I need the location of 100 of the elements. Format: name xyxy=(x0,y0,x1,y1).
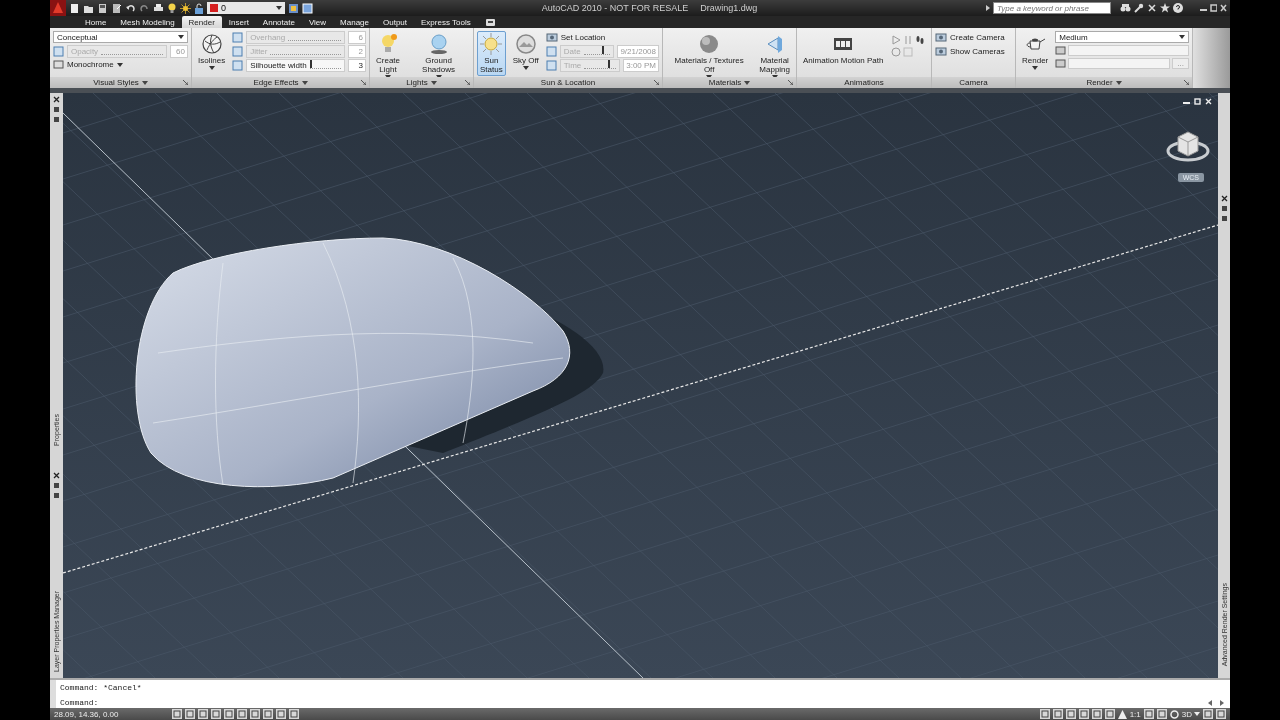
ribbon-tab[interactable]: Home xyxy=(78,16,114,28)
wrench-icon[interactable] xyxy=(1134,3,1144,13)
status-toggle-button[interactable] xyxy=(249,709,260,719)
caret-icon[interactable] xyxy=(178,35,184,39)
layer-icon[interactable] xyxy=(288,2,299,14)
ribbon-button[interactable]: Ground Shadows xyxy=(407,31,470,77)
star-icon[interactable] xyxy=(1160,3,1170,13)
caret-icon[interactable] xyxy=(116,62,123,67)
ribbon-tab[interactable]: Express Tools xyxy=(414,16,478,28)
status-toggle-button[interactable] xyxy=(1143,709,1154,719)
split-button[interactable]: Monochrome xyxy=(53,59,188,70)
save-as-icon[interactable] xyxy=(111,2,122,14)
caret-icon[interactable] xyxy=(141,80,148,85)
ribbon-button[interactable]: Material Mapping xyxy=(756,31,793,77)
launcher-icon[interactable] xyxy=(183,80,188,85)
footprints-icon[interactable] xyxy=(914,35,925,45)
pin-icon[interactable] xyxy=(53,491,60,499)
ribbon-button[interactable]: Sun Status xyxy=(477,31,506,76)
close-icon[interactable] xyxy=(1220,195,1228,202)
dropdown[interactable]: Conceptual xyxy=(53,31,188,43)
launcher-icon[interactable] xyxy=(465,80,470,85)
search-field[interactable]: Type a keyword or phrase xyxy=(993,2,1111,14)
gear-icon[interactable] xyxy=(1169,709,1179,719)
ribbon-toggle-icon[interactable] xyxy=(485,18,495,26)
launcher-icon[interactable] xyxy=(361,80,366,85)
new-file-icon[interactable] xyxy=(69,2,80,14)
printer-icon[interactable] xyxy=(153,2,164,14)
caret-icon[interactable] xyxy=(430,80,437,85)
value-field[interactable]: 3 xyxy=(348,58,366,72)
link-button[interactable]: Show Cameras xyxy=(935,45,1012,57)
status-toggle-button[interactable] xyxy=(236,709,247,719)
status-toggle-button[interactable] xyxy=(262,709,273,719)
workspace-button[interactable]: 3D xyxy=(1181,709,1200,719)
caret-icon[interactable] xyxy=(522,66,529,70)
launcher-icon[interactable] xyxy=(654,80,659,85)
status-toggle-button[interactable] xyxy=(197,709,208,719)
status-toggle-button[interactable] xyxy=(184,709,195,719)
status-toggle-button[interactable] xyxy=(1156,709,1167,719)
ribbon-tab[interactable]: Mesh Modeling xyxy=(113,16,182,28)
close-icon[interactable] xyxy=(53,471,60,479)
caret-icon[interactable] xyxy=(1179,35,1185,39)
ribbon-button[interactable]: Render xyxy=(1019,31,1052,72)
status-toggle-button[interactable] xyxy=(1104,709,1115,719)
expand-arrow-icon[interactable] xyxy=(986,5,990,11)
status-toggle-button[interactable] xyxy=(1078,709,1089,719)
ribbon-tab[interactable]: Output xyxy=(376,16,415,28)
caret-icon[interactable] xyxy=(1115,80,1122,85)
ribbon-tab[interactable]: Manage xyxy=(333,16,376,28)
ribbon-tab[interactable]: Render xyxy=(181,16,222,28)
slider-thumb[interactable] xyxy=(310,60,313,68)
caret-icon[interactable] xyxy=(301,80,308,85)
dropdown[interactable]: Medium xyxy=(1055,31,1189,43)
pin-icon[interactable] xyxy=(53,106,60,113)
caret-icon[interactable] xyxy=(276,6,282,10)
render-preset-icon xyxy=(1055,58,1067,69)
scroll-right-icon[interactable] xyxy=(1220,700,1224,706)
layer-icon[interactable] xyxy=(302,2,313,14)
pin-icon[interactable] xyxy=(1220,215,1228,222)
launcher-icon[interactable] xyxy=(788,80,793,85)
restore-icon[interactable] xyxy=(1210,4,1217,12)
annotation-scale-button[interactable]: 1:1 xyxy=(1129,709,1141,719)
launcher-icon[interactable] xyxy=(1184,80,1189,85)
status-toggle-button[interactable] xyxy=(275,709,286,719)
status-toggle-button[interactable] xyxy=(223,709,234,719)
caret-icon[interactable] xyxy=(208,66,215,70)
redo-icon[interactable] xyxy=(139,2,150,14)
ribbon-tab[interactable]: View xyxy=(301,16,334,28)
ribbon-button[interactable]: Animation Motion Path xyxy=(800,31,887,67)
caret-icon[interactable] xyxy=(1032,66,1039,70)
layer-dropdown[interactable]: 0 xyxy=(207,2,285,14)
scroll-left-icon[interactable] xyxy=(1208,700,1212,706)
caret-icon[interactable] xyxy=(744,80,751,85)
link-button[interactable]: Set Location xyxy=(545,31,659,43)
pin-icon[interactable] xyxy=(53,116,60,123)
input-field[interactable] xyxy=(1068,58,1171,69)
binoculars-icon[interactable] xyxy=(1120,3,1131,13)
status-toggle-button[interactable] xyxy=(1052,709,1063,719)
ribbon-tab[interactable]: Annotate xyxy=(255,16,302,28)
status-toggle-button[interactable] xyxy=(171,709,182,719)
panel-title: Edge Effects xyxy=(253,78,299,87)
caret-icon[interactable] xyxy=(1194,712,1200,716)
status-toggle-button[interactable] xyxy=(1039,709,1050,719)
pin-icon[interactable] xyxy=(53,481,60,489)
ribbon-button[interactable]: Isolines xyxy=(195,31,229,72)
link-button[interactable]: Create Camera xyxy=(935,31,1012,43)
close-icon[interactable] xyxy=(53,96,60,103)
save-icon[interactable] xyxy=(97,2,108,14)
slider[interactable]: Silhouette width xyxy=(246,58,345,72)
command-prompt[interactable]: Command: xyxy=(60,698,1198,707)
ribbon-button[interactable]: Sky Off xyxy=(509,31,542,72)
ribbon-button[interactable]: Create Light xyxy=(373,31,403,77)
status-toggle-button[interactable] xyxy=(1065,709,1076,719)
input-field[interactable] xyxy=(1068,45,1189,56)
ribbon-tab[interactable]: Insert xyxy=(221,16,256,28)
status-toggle-button[interactable] xyxy=(288,709,299,719)
status-toggle-button[interactable] xyxy=(210,709,221,719)
status-toggle-button[interactable] xyxy=(1091,709,1102,719)
undo-icon[interactable] xyxy=(125,2,136,14)
help-icon[interactable] xyxy=(1173,3,1183,13)
pin-icon[interactable] xyxy=(1220,205,1228,212)
